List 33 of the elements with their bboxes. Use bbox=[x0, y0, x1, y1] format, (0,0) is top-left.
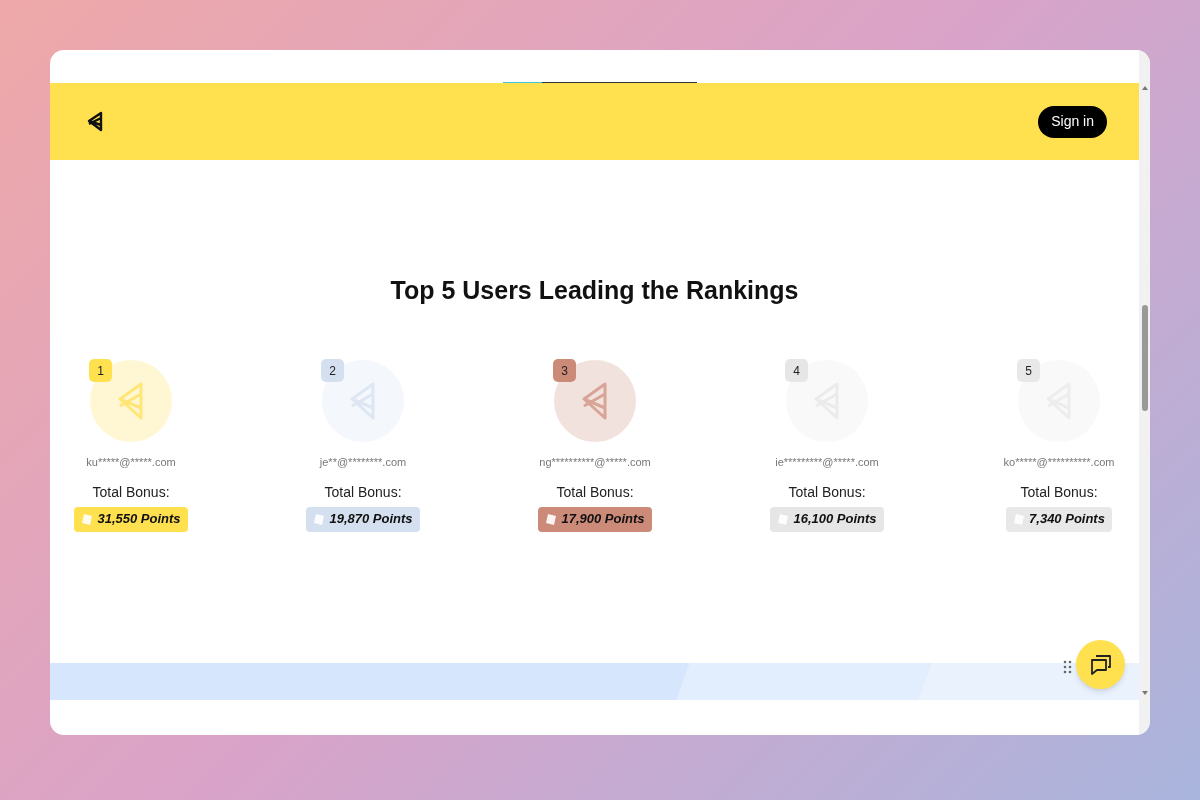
rank-badge: 4 bbox=[785, 359, 808, 382]
user-email: ku*****@*****.com bbox=[86, 455, 176, 470]
ticket-icon bbox=[545, 512, 558, 526]
ticket-icon bbox=[313, 512, 326, 526]
sign-in-button[interactable]: Sign in bbox=[1038, 105, 1107, 138]
logo-icon bbox=[580, 381, 610, 421]
points-value: 31,550 Points bbox=[97, 510, 181, 529]
scroll-down-icon[interactable] bbox=[1142, 691, 1148, 695]
scrollbar[interactable] bbox=[1139, 50, 1150, 735]
bonus-label: Total Bonus: bbox=[92, 482, 170, 502]
user-email: ng**********@*****.com bbox=[539, 455, 651, 470]
bonus-label: Total Bonus: bbox=[1020, 482, 1098, 502]
logo-icon bbox=[116, 381, 146, 421]
points-value: 19,870 Points bbox=[329, 510, 413, 529]
points-value: 17,900 Points bbox=[561, 510, 645, 529]
user-email: ko*****@**********.com bbox=[1003, 455, 1115, 470]
bonus-label: Total Bonus: bbox=[324, 482, 402, 502]
user-email: je**@********.com bbox=[319, 455, 407, 470]
user-email: ie*********@*****.com bbox=[775, 455, 879, 470]
points-value: 7,340 Points bbox=[1029, 510, 1105, 529]
bonus-label: Total Bonus: bbox=[788, 482, 866, 502]
points-value: 16,100 Points bbox=[793, 510, 877, 529]
rank-badge: 3 bbox=[553, 359, 576, 382]
rank-badge: 2 bbox=[321, 359, 344, 382]
ticket-icon bbox=[81, 512, 94, 526]
scroll-up-icon[interactable] bbox=[1142, 86, 1148, 90]
chat-icon bbox=[1088, 653, 1113, 676]
drag-handle-icon[interactable] bbox=[1063, 660, 1072, 674]
bonus-label: Total Bonus: bbox=[556, 482, 634, 502]
scrollbar-thumb[interactable] bbox=[1142, 305, 1148, 411]
section-title: Top 5 Users Leading the Rankings bbox=[389, 275, 800, 306]
rank-badge: 5 bbox=[1017, 359, 1040, 382]
rank-badge: 1 bbox=[89, 359, 112, 382]
